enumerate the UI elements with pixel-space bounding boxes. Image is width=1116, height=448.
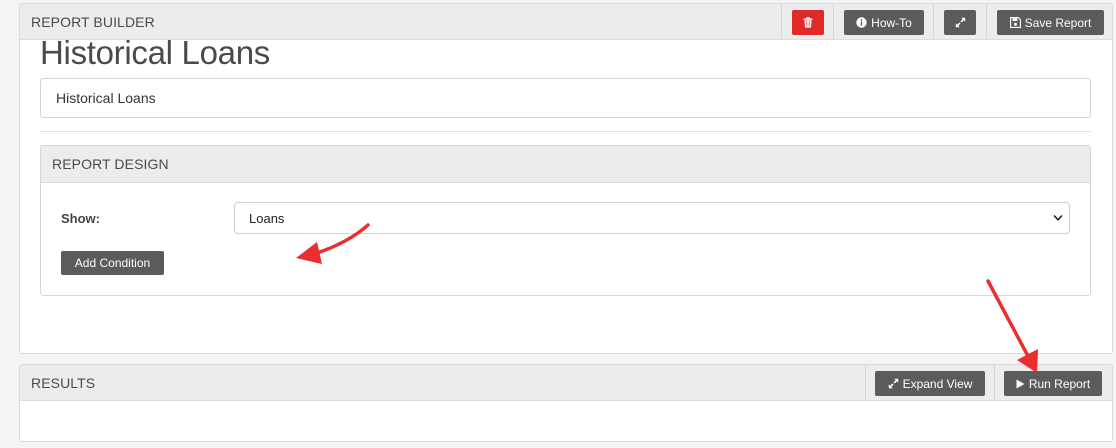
header-divider: [781, 4, 782, 39]
info-circle-icon: [856, 17, 867, 28]
divider: [40, 131, 1091, 132]
report-design-title: REPORT DESIGN: [52, 156, 169, 172]
report-builder-panel: REPORT BUILDER How-To Save Report Histor…: [19, 3, 1113, 354]
header-divider: [865, 365, 866, 400]
expand-view-button[interactable]: Expand View: [875, 371, 985, 396]
show-label: Show:: [61, 211, 100, 226]
run-report-label: Run Report: [1028, 376, 1091, 391]
header-divider: [986, 4, 987, 39]
add-condition-button[interactable]: Add Condition: [61, 251, 164, 275]
expand-view-label: Expand View: [902, 376, 973, 391]
header-divider: [994, 365, 995, 400]
header-divider: [833, 4, 834, 39]
floppy-disk-icon: [1009, 17, 1021, 28]
report-heading: Historical Loans: [40, 34, 270, 71]
report-design-panel: REPORT DESIGN Show: Loans Add Condition: [40, 145, 1091, 296]
results-panel: RESULTS Expand View Run Report: [19, 364, 1113, 442]
expand-button[interactable]: [944, 10, 976, 35]
results-title: RESULTS: [31, 375, 96, 391]
add-condition-label: Add Condition: [74, 256, 151, 270]
report-builder-title: REPORT BUILDER: [31, 14, 155, 30]
chevron-down-icon: [1053, 215, 1063, 221]
expand-arrows-icon: [955, 17, 965, 28]
delete-button[interactable]: [792, 10, 824, 35]
how-to-label: How-To: [871, 15, 912, 30]
run-report-button[interactable]: Run Report: [1004, 371, 1102, 396]
save-report-label: Save Report: [1024, 15, 1092, 30]
save-report-button[interactable]: Save Report: [997, 10, 1104, 35]
report-name-input[interactable]: [40, 78, 1091, 118]
report-design-header: REPORT DESIGN: [41, 146, 1090, 183]
show-select-value: Loans: [249, 210, 285, 226]
results-header: RESULTS Expand View Run Report: [20, 365, 1112, 401]
expand-arrows-icon: [888, 378, 898, 389]
show-select[interactable]: Loans: [234, 202, 1070, 234]
trash-icon: [803, 17, 813, 28]
play-icon: [1016, 379, 1025, 388]
how-to-button[interactable]: How-To: [844, 10, 924, 35]
header-divider: [933, 4, 934, 39]
